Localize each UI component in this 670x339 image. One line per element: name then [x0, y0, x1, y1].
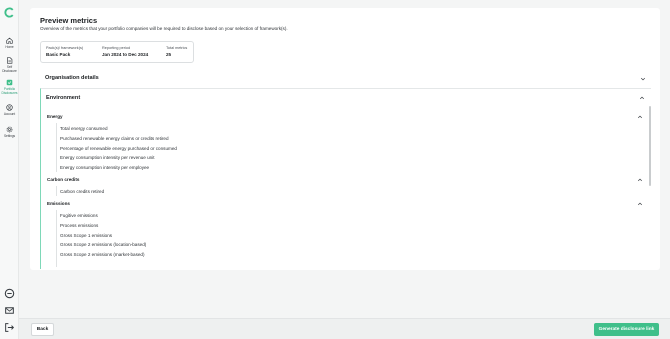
sidebar-item-self-disclosure[interactable]: Self Disclosure: [0, 57, 19, 73]
chevron-up-icon: [637, 202, 643, 206]
group-divider: [56, 210, 57, 267]
footer-action-bar: Back Generate disclosure link: [19, 318, 670, 339]
environment-section: Environment Energy Total energy consumed…: [40, 88, 651, 269]
account-icon: [6, 104, 13, 111]
pack-label: Pack(s)/ framework(s): [46, 46, 84, 50]
metric-item: Percentage of renewable energy purchased…: [60, 146, 177, 151]
gear-icon: [6, 126, 13, 133]
period-summary: Reporting period Jan 2024 to Dec 2024: [102, 46, 148, 57]
preview-metrics-card: Preview metrics Overview of the metrics …: [30, 8, 660, 270]
sidebar-item-portfolio-disclosures[interactable]: Portfolio Disclosures: [0, 79, 19, 95]
generate-disclosure-link-button[interactable]: Generate disclosure link: [594, 323, 659, 336]
metric-item: Carbon credits retired: [60, 189, 105, 194]
chevron-down-icon: [640, 77, 646, 81]
pack-summary: Pack(s)/ framework(s) Basic Pack: [46, 46, 83, 57]
chat-icon[interactable]: [4, 288, 15, 299]
sidebar-item-home[interactable]: Home: [0, 37, 19, 49]
group-divider: [56, 123, 57, 172]
sidebar-item-label: Portfolio Disclosures: [1, 87, 18, 95]
total-value: 25: [166, 52, 172, 57]
home-icon: [6, 37, 13, 44]
sidebar-item-account[interactable]: Account: [0, 104, 19, 116]
metric-item: Energy consumption intensity per employe…: [60, 165, 150, 170]
metric-item: Process emissions: [60, 223, 99, 228]
back-button[interactable]: Back: [31, 323, 54, 336]
metric-item: Gross Scope 2 emissions (market-based): [60, 252, 145, 257]
sidebar-item-label: Settings: [3, 134, 16, 138]
sidebar-item-settings[interactable]: Settings: [0, 126, 19, 138]
mail-icon[interactable]: [4, 305, 15, 316]
summary-box: Pack(s)/ framework(s) Basic Pack Reporti…: [40, 41, 194, 63]
metric-item: Gross Scope 1 emissions: [60, 233, 113, 238]
group-header[interactable]: Energy: [47, 114, 643, 121]
section-title: Organisation details: [45, 75, 99, 81]
organisation-section-header[interactable]: Organisation details: [40, 71, 651, 86]
sidebar-item-label: Self Disclosure: [2, 65, 17, 73]
sidebar: Home Self Disclosure Portfolio Disclosur…: [0, 0, 19, 339]
sidebar-item-label: Account: [3, 112, 16, 116]
logout-icon[interactable]: [4, 322, 15, 333]
section-title: Environment: [46, 95, 81, 101]
group-title: Carbon credits: [47, 177, 80, 182]
group-header[interactable]: Emissions: [47, 201, 643, 208]
metric-item: Energy consumption intensity per revenue…: [60, 155, 155, 160]
metric-item: Total energy consumed: [60, 126, 108, 131]
group-divider: [56, 186, 57, 196]
metric-item: Fugitive emissions: [60, 213, 98, 218]
metric-group-emissions: Emissions Fugitive emissions Process emi…: [47, 201, 643, 267]
metric-group-carbon-credits: Carbon credits Carbon credits retired: [47, 177, 643, 197]
group-title: Energy: [47, 114, 63, 119]
sidebar-item-label: Home: [5, 45, 14, 49]
chevron-up-icon: [639, 96, 645, 100]
group-header[interactable]: Carbon credits: [47, 177, 643, 184]
chevron-up-icon: [637, 115, 643, 119]
period-label: Reporting period: [102, 46, 131, 50]
portfolio-icon: [6, 79, 13, 86]
brand-logo-icon: [4, 7, 14, 18]
page-title: Preview metrics: [40, 16, 98, 25]
pack-value: Basic Pack: [46, 52, 71, 57]
period-value: Jan 2024 to Dec 2024: [102, 52, 149, 57]
metric-item: Gross Scope 2 emissions (location-based): [60, 242, 147, 247]
total-summary: Total metrics 25: [166, 46, 187, 57]
group-title: Emissions: [47, 201, 70, 206]
environment-section-header[interactable]: Environment: [41, 89, 650, 105]
page-subtitle: Overview of the metrics that your portfo…: [40, 26, 288, 31]
document-icon: [7, 57, 13, 64]
total-label: Total metrics: [166, 46, 188, 50]
metric-item: Purchased renewable energy claims or cre…: [60, 136, 169, 141]
scrollbar-thumb[interactable]: [649, 106, 651, 186]
chevron-up-icon: [637, 178, 643, 182]
metric-group-energy: Energy Total energy consumed Purchased r…: [47, 114, 643, 174]
